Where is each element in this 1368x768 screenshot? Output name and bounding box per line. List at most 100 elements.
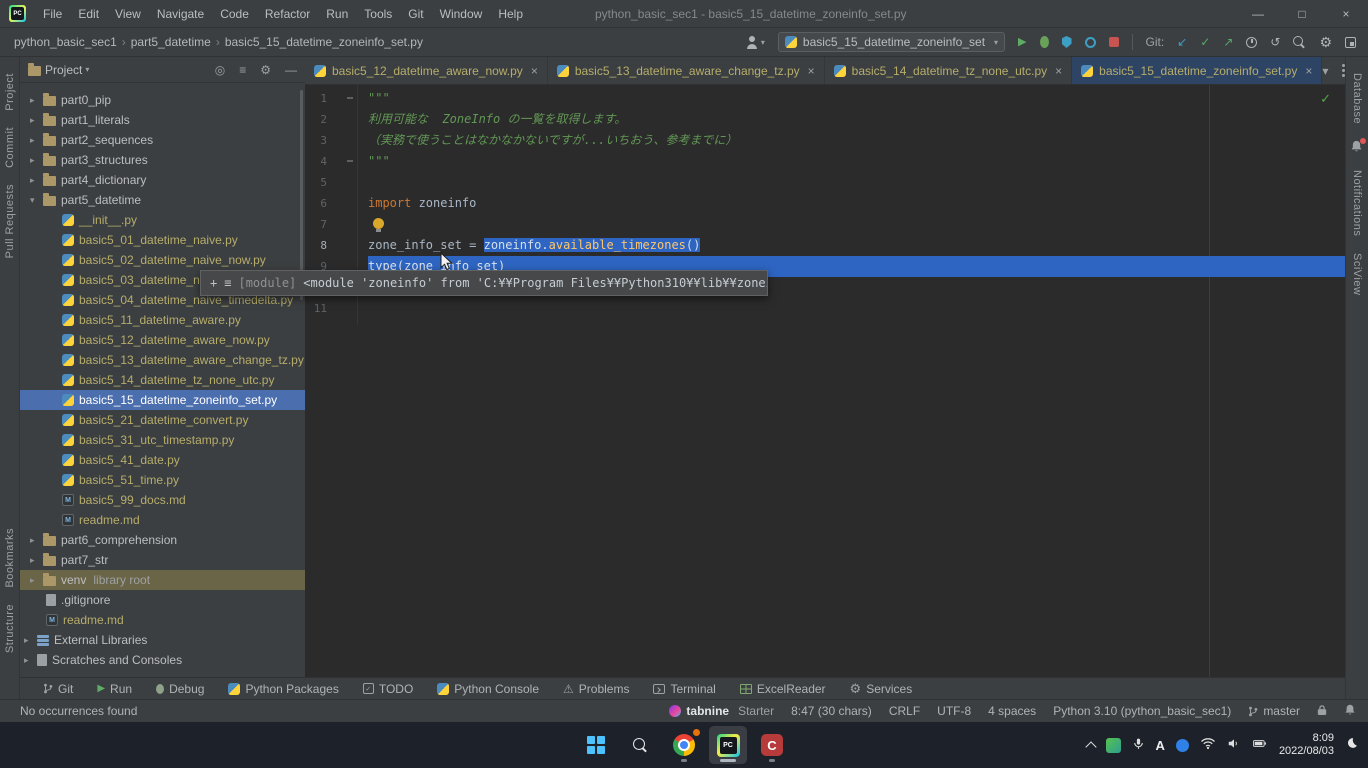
close-button[interactable]: × <box>1324 0 1368 27</box>
project-panel-title[interactable]: Project <box>45 63 82 77</box>
toolwindow-services-button[interactable]: ⚙Services <box>850 681 913 697</box>
inspection-ok-icon[interactable]: ✓ <box>1320 91 1331 107</box>
focus-assist-moon-icon[interactable] <box>1345 737 1358 753</box>
tray-overflow-chevron-icon[interactable] <box>1085 741 1096 752</box>
menu-edit[interactable]: Edit <box>70 0 107 28</box>
hidden-tabs-chevron-icon[interactable]: ▾ <box>1322 64 1328 78</box>
taskbar-search-button[interactable] <box>621 726 659 764</box>
tree-item-file[interactable]: readme.md <box>20 610 305 630</box>
search-everywhere-icon[interactable] <box>1293 36 1306 49</box>
chevron-right-icon[interactable]: ▸ <box>24 635 37 646</box>
battery-icon[interactable] <box>1252 737 1268 753</box>
tree-item-venv[interactable]: ▸venvlibrary root <box>20 570 305 590</box>
editor-tab[interactable]: basic5_12_datetime_aware_now.py× <box>305 57 548 84</box>
tree-item-folder[interactable]: ▸part4_dictionary <box>20 170 305 190</box>
git-commit-button[interactable]: ✓ <box>1200 36 1210 48</box>
tree-item-file[interactable]: basic5_01_datetime_naive.py <box>20 230 305 250</box>
taskbar-app-c-button[interactable] <box>753 726 791 764</box>
toolwindow-terminal-button[interactable]: Terminal <box>653 682 715 696</box>
taskbar-chrome-button[interactable] <box>665 726 703 764</box>
editor-tab[interactable]: basic5_14_datetime_tz_none_utc.py× <box>825 57 1073 84</box>
panel-scrollbar[interactable] <box>300 90 303 300</box>
menu-run[interactable]: Run <box>318 0 356 28</box>
close-tab-icon[interactable]: × <box>531 64 538 78</box>
fold-marker-icon[interactable] <box>347 97 353 99</box>
locate-file-icon[interactable]: ◎ <box>215 63 225 77</box>
tree-item-file[interactable]: .gitignore <box>20 590 305 610</box>
close-tab-icon[interactable]: × <box>1305 64 1312 78</box>
toolwindow-commit-button[interactable]: Commit <box>4 127 16 168</box>
wifi-icon[interactable] <box>1200 737 1216 753</box>
toolwindow-database-button[interactable]: Database <box>1351 73 1363 124</box>
breadcrumb-folder[interactable]: part5_datetime <box>129 35 213 49</box>
tree-item-folder[interactable]: ▸part6_comprehension <box>20 530 305 550</box>
hide-panel-icon[interactable]: — <box>285 63 297 77</box>
git-update-button[interactable]: ↙ <box>1177 36 1187 48</box>
toolwindow-project-button[interactable]: Project <box>4 73 16 111</box>
tree-item-file[interactable]: readme.md <box>20 510 305 530</box>
layout-icon[interactable] <box>1345 37 1356 48</box>
history-icon[interactable] <box>1246 37 1257 48</box>
event-log-bell-icon[interactable] <box>1344 704 1356 719</box>
menu-file[interactable]: File <box>35 0 70 28</box>
toolwindow-run-button[interactable]: ▶Run <box>97 682 132 696</box>
tree-item-file-selected[interactable]: basic5_15_datetime_zoneinfo_set.py <box>20 390 305 410</box>
toolwindow-python-packages-button[interactable]: Python Packages <box>228 682 338 696</box>
tree-item-file[interactable]: basic5_02_datetime_naive_now.py <box>20 250 305 270</box>
git-push-button[interactable]: ↗ <box>1223 36 1233 48</box>
tree-item-folder[interactable]: ▸part7_str <box>20 550 305 570</box>
intention-bulb-icon[interactable] <box>373 218 384 229</box>
maximize-button[interactable]: □ <box>1280 0 1324 27</box>
start-button[interactable] <box>577 726 615 764</box>
speaker-icon[interactable] <box>1227 737 1241 753</box>
minimize-button[interactable]: — <box>1236 0 1280 27</box>
line-separator-widget[interactable]: CRLF <box>889 704 920 718</box>
toolwindow-git-button[interactable]: Git <box>43 682 73 696</box>
toolwindow-bookmarks-button[interactable]: Bookmarks <box>4 528 16 588</box>
chevron-right-icon[interactable]: ▸ <box>30 115 43 126</box>
tree-item-file[interactable]: basic5_51_time.py <box>20 470 305 490</box>
toolwindow-excelreader-button[interactable]: ExcelReader <box>740 682 826 696</box>
notifications-bell-icon[interactable] <box>1350 140 1364 154</box>
toolwindow-todo-button[interactable]: TODO <box>363 682 413 696</box>
settings-gear-icon[interactable]: ⚙ <box>1319 36 1332 48</box>
chevron-right-icon[interactable]: ▸ <box>24 655 37 666</box>
tree-item-file[interactable]: basic5_21_datetime_convert.py <box>20 410 305 430</box>
toolwindow-problems-button[interactable]: ⚠Problems <box>563 682 629 696</box>
toolwindow-notifications-button[interactable]: Notifications <box>1351 170 1363 236</box>
tree-item-file[interactable]: basic5_41_date.py <box>20 450 305 470</box>
menu-tools[interactable]: Tools <box>356 0 400 28</box>
breadcrumb-file[interactable]: basic5_15_datetime_zoneinfo_set.py <box>223 35 425 49</box>
close-tab-icon[interactable]: × <box>1055 64 1062 78</box>
editor-tab[interactable]: basic5_13_datetime_aware_change_tz.py× <box>548 57 825 84</box>
tooltip-plus-icon[interactable]: + <box>210 276 217 290</box>
code-editor[interactable]: 1 2 3 4 5 6 7 8 9 10 11 """ 利用可能な ZoneIn… <box>305 85 1345 677</box>
stop-button[interactable] <box>1109 37 1119 47</box>
close-tab-icon[interactable]: × <box>808 64 815 78</box>
ime-indicator[interactable]: A <box>1156 738 1165 753</box>
chevron-right-icon[interactable]: ▸ <box>30 135 43 146</box>
menu-navigate[interactable]: Navigate <box>149 0 212 28</box>
debug-button[interactable] <box>1040 36 1049 48</box>
git-branch-widget[interactable]: master <box>1248 704 1300 718</box>
menu-refactor[interactable]: Refactor <box>257 0 318 28</box>
tree-item-folder[interactable]: ▸part3_structures <box>20 150 305 170</box>
run-button[interactable]: ▶ <box>1018 36 1026 48</box>
menu-window[interactable]: Window <box>432 0 491 28</box>
chevron-down-icon[interactable]: ▾ <box>30 195 43 206</box>
chevron-right-icon[interactable]: ▸ <box>30 535 43 546</box>
toolwindow-sciview-button[interactable]: SciView <box>1351 253 1363 295</box>
tree-item-file[interactable]: basic5_13_datetime_aware_change_tz.py <box>20 350 305 370</box>
tree-item-folder[interactable]: ▸part1_literals <box>20 110 305 130</box>
rollback-button[interactable]: ↺ <box>1270 36 1280 48</box>
indent-widget[interactable]: 4 spaces <box>988 704 1036 718</box>
taskbar-clock[interactable]: 8:092022/08/03 <box>1279 732 1334 758</box>
tray-app-icon[interactable] <box>1106 738 1121 753</box>
tooltip-menu-icon[interactable]: ≡ <box>224 276 231 290</box>
encoding-widget[interactable]: UTF-8 <box>937 704 971 718</box>
run-config-select[interactable]: basic5_15_datetime_zoneinfo_set ▾ <box>778 32 1005 52</box>
chevron-right-icon[interactable]: ▸ <box>30 175 43 186</box>
taskbar-pycharm-button[interactable] <box>709 726 747 764</box>
tree-item-scratches[interactable]: ▸Scratches and Consoles <box>20 650 305 670</box>
coverage-button[interactable] <box>1062 36 1072 48</box>
